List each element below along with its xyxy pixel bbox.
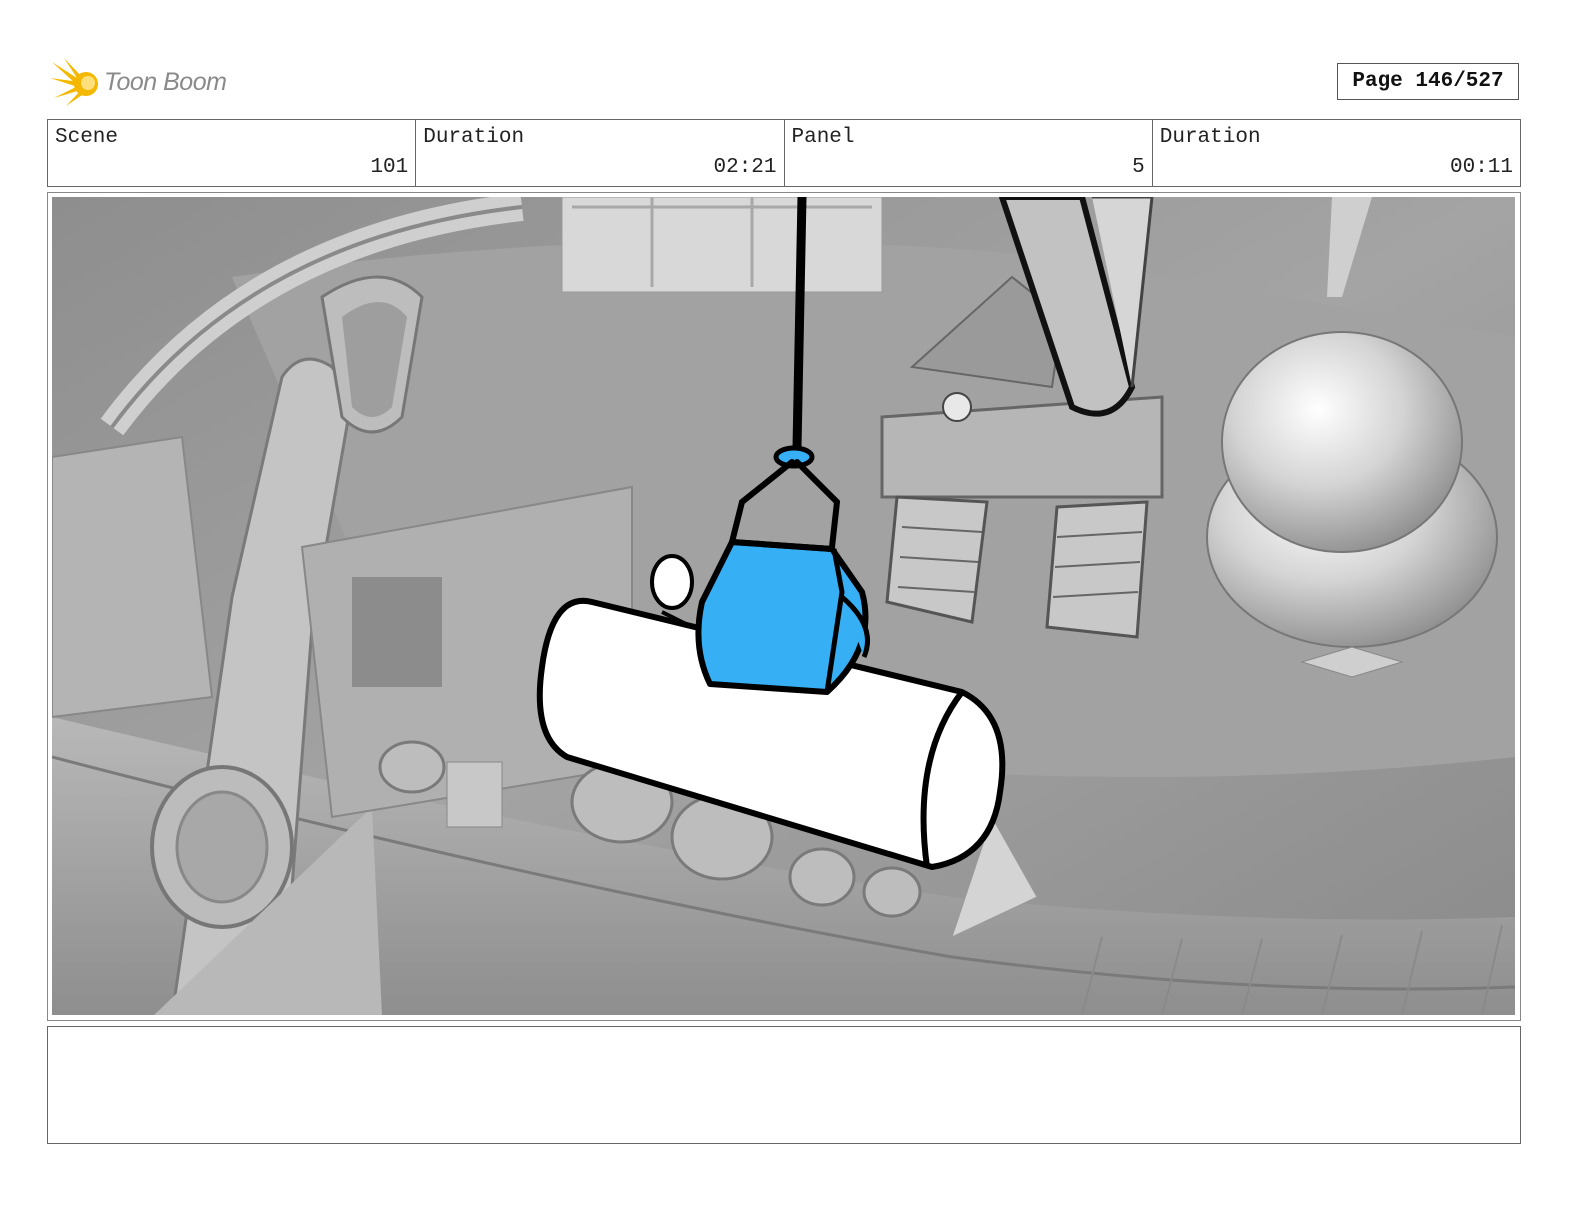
crane-rope xyxy=(792,197,807,452)
dome-tree-top xyxy=(1221,331,1463,553)
tank-cap xyxy=(650,554,694,610)
page-indicator: Page 146/527 xyxy=(1337,63,1519,100)
scene-cell: Scene 101 xyxy=(48,120,417,186)
panel-cell: Panel 5 xyxy=(785,120,1153,186)
driver-character xyxy=(942,392,972,422)
starburst-icon xyxy=(50,58,98,106)
cab-window xyxy=(352,577,442,687)
storyboard-panel-image xyxy=(52,197,1515,1015)
storyboard-drawing xyxy=(52,197,1515,1015)
cab-step xyxy=(446,761,503,828)
panel-duration-cell: Duration 00:11 xyxy=(1153,120,1520,186)
storyboard-panel-frame xyxy=(47,192,1521,1021)
scene-duration-value: 02:21 xyxy=(713,156,777,179)
logo-text: Toon Boom xyxy=(104,67,227,96)
panel-duration-value: 00:11 xyxy=(1449,156,1513,179)
panel-value: 5 xyxy=(1132,156,1145,179)
panel-info-table: Scene 101 Duration 02:21 Panel 5 Duratio… xyxy=(47,119,1521,187)
scene-duration-cell: Duration 02:21 xyxy=(416,120,785,186)
page-indicator-text: Page 146/527 xyxy=(1352,70,1504,93)
toon-boom-logo: Toon Boom xyxy=(50,56,250,108)
panel-duration-label: Duration xyxy=(1159,126,1261,149)
panel-label: Panel xyxy=(791,126,855,149)
back-building xyxy=(561,197,883,293)
scene-label: Scene xyxy=(55,126,119,149)
scene-value: 101 xyxy=(370,156,409,179)
scene-duration-label: Duration xyxy=(423,126,525,149)
panel-notes-box xyxy=(47,1026,1521,1144)
